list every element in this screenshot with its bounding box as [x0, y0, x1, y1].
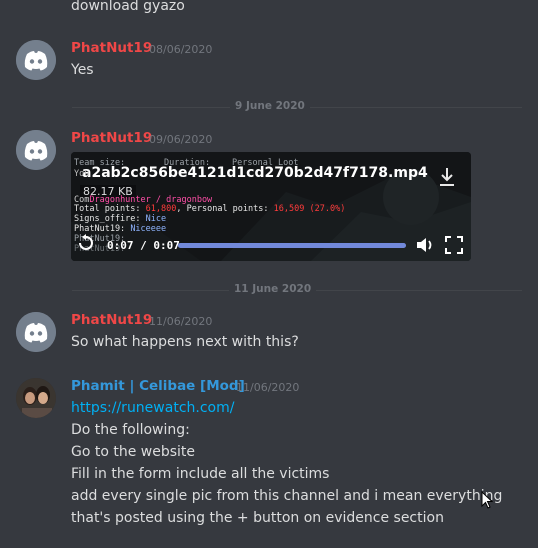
message-link[interactable]: https://runewatch.com/: [71, 400, 234, 416]
mouse-cursor-icon: [481, 491, 493, 509]
overlay-points-row: Total points: 61,800, Personal points: 1…: [74, 204, 346, 214]
message-line: that's posted using the + button on evid…: [71, 510, 444, 526]
discord-logo-icon: [16, 312, 56, 352]
download-icon[interactable]: [437, 166, 457, 188]
message-timestamp: 11/06/2020: [149, 315, 213, 328]
message-text-partial: download gyazo: [71, 0, 185, 14]
video-attachment[interactable]: Team size: Duration: Personal Loot a2ab2…: [71, 152, 471, 261]
message-text: So what happens next with this?: [71, 334, 299, 350]
replay-icon[interactable]: [77, 234, 95, 252]
fullscreen-icon[interactable]: [445, 236, 463, 254]
author-name[interactable]: PhatNut19: [71, 40, 152, 56]
video-progress-bar[interactable]: [178, 243, 406, 248]
overlay-you-row: You: [74, 169, 90, 179]
overlay-signs-row: Signs_offire: Nice: [74, 214, 167, 224]
avatar[interactable]: [16, 130, 56, 170]
author-name[interactable]: Phamit | Celibae [Mod]: [71, 378, 245, 394]
avatar[interactable]: [16, 40, 56, 80]
message-text: Yes: [71, 62, 94, 78]
volume-icon[interactable]: [415, 236, 435, 254]
date-divider-label: 9 June 2020: [230, 100, 310, 112]
video-progress-fill: [178, 243, 406, 248]
message-line: Fill in the form include all the victims: [71, 466, 330, 482]
overlay-chat-row: PhatNut19: Niceeee: [74, 224, 167, 234]
message-timestamp: 08/06/2020: [149, 43, 213, 56]
message-timestamp: 11/06/2020: [236, 381, 300, 394]
author-name[interactable]: PhatNut19: [71, 130, 152, 146]
avatar-photo[interactable]: [16, 378, 56, 418]
user-photo-icon: [16, 378, 56, 418]
message-timestamp: 09/06/2020: [149, 133, 213, 146]
avatar[interactable]: [16, 312, 56, 352]
author-name[interactable]: PhatNut19: [71, 312, 152, 328]
video-time: 0:07 / 0:07: [107, 239, 180, 252]
message-line: Go to the website: [71, 444, 196, 460]
attachment-filename[interactable]: a2ab2c856be4121d1cd270b2d47f7178.mp4: [82, 165, 428, 181]
discord-logo-icon: [16, 130, 56, 170]
message-line: Do the following:: [71, 422, 190, 438]
discord-logo-icon: [16, 40, 56, 80]
date-divider-label: 11 June 2020: [229, 283, 317, 295]
message-line: add every single pic from this channel a…: [71, 488, 503, 504]
